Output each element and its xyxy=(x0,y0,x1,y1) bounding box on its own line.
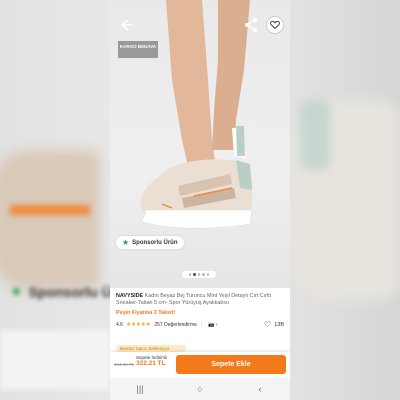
recents-button[interactable]: ||| xyxy=(130,384,150,394)
review-count-link[interactable]: 257 Değerlendirme xyxy=(154,322,197,328)
camera-icon[interactable]: 📷 › xyxy=(208,322,217,328)
add-to-cart-button[interactable]: Sepete Ekle xyxy=(176,355,286,374)
background-shoe-heel xyxy=(300,100,330,170)
product-image-gallery[interactable]: KARGO BEDAVA ★ Sponsorlu Ürün xyxy=(110,0,290,288)
pagination-dot[interactable] xyxy=(202,273,205,276)
system-back-button[interactable]: ‹ xyxy=(250,384,270,394)
share-icon[interactable] xyxy=(242,16,260,34)
star-icon: ★ xyxy=(10,283,23,299)
background-shoe-left xyxy=(0,150,100,290)
rating-row: 4.6 ★★★★★ 257 Değerlendirme | 📷 › ♡ 13B xyxy=(116,320,284,329)
home-button[interactable]: ○ xyxy=(190,384,210,394)
brand-name[interactable]: NAVYSIDE xyxy=(116,293,143,299)
background-shoe-strap xyxy=(10,205,90,215)
heart-icon xyxy=(270,20,280,30)
heart-icon: ♡ xyxy=(264,320,272,329)
old-price: 644.42 TL xyxy=(114,362,135,367)
buy-bar: 644.42 TL Sepete İndirimli 322.21 TL Sep… xyxy=(110,352,290,377)
image-toolbar xyxy=(110,0,290,44)
discount-price: 322.21 TL xyxy=(136,360,166,367)
discounted-price-block: Sepete İndirimli 322.21 TL xyxy=(136,355,172,367)
favorite-button[interactable] xyxy=(266,16,284,34)
campaign-text[interactable]: Peşin Fiyatına 3 Taksit! xyxy=(116,310,284,316)
pagination-dot[interactable] xyxy=(188,273,192,276)
android-navigation-bar: ||| ○ ‹ xyxy=(110,378,290,400)
pagination-dot[interactable] xyxy=(193,273,196,276)
favorite-count[interactable]: ♡ 13B xyxy=(264,320,284,329)
back-arrow-icon[interactable] xyxy=(116,16,134,34)
star-icon: ★ xyxy=(122,238,130,247)
free-shipping-badge: KARGO BEDAVA xyxy=(118,41,158,58)
background-sole xyxy=(0,330,110,390)
divider: | xyxy=(200,321,203,328)
promo-strip: Belirsiz Satıcı Bekleniyor xyxy=(116,345,186,352)
sponsored-badge: ★ Sponsorlu Ürün xyxy=(116,236,184,249)
rating-stars: ★★★★★ xyxy=(125,322,151,328)
pagination-dot[interactable] xyxy=(206,273,210,276)
rating-score: 4.6 xyxy=(116,321,123,328)
pagination-dot[interactable] xyxy=(197,273,201,276)
phone-screen: KARGO BEDAVA ★ Sponsorlu Ürün NAVYSIDE K… xyxy=(110,0,290,400)
gallery-pagination[interactable] xyxy=(182,271,216,278)
product-info: NAVYSIDE Kadın Beyaz Bej Turuncu Mint Ye… xyxy=(116,293,284,329)
product-title: NAVYSIDE Kadın Beyaz Bej Turuncu Mint Ye… xyxy=(116,293,284,307)
